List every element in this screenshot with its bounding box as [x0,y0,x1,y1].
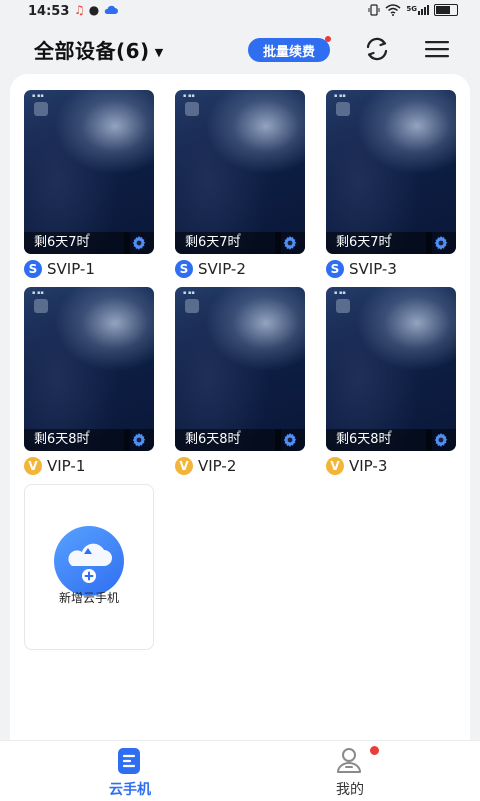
mini-app-icon [185,299,199,313]
page-title: 全部设备(6) [34,39,150,63]
device-name: SVIP-2 [198,260,246,278]
batch-renew-button[interactable]: 批量续费 [248,36,331,62]
5g-signal-icon: 5G [406,5,429,15]
mini-app-icon [34,299,48,313]
device-screen-thumbnail[interactable]: ▪ ▪▪ 剩6天8时 [24,287,154,451]
device-screen-thumbnail[interactable]: ▪ ▪▪ 剩6天7时 [326,90,456,254]
device-screen-thumbnail[interactable]: ▪ ▪▪ 剩6天8时 [326,287,456,451]
batch-renew-label: 批量续费 [262,44,315,60]
device-settings-button[interactable] [275,232,305,254]
cloud-icon [104,5,119,14]
user-icon [337,748,361,773]
mini-app-icon [34,102,48,116]
device-label: V VIP-3 [326,457,387,475]
cloud-phone-icon [118,748,140,774]
menu-icon[interactable] [424,38,450,60]
device-screen-thumbnail[interactable]: ▪ ▪▪ 剩6天7时 [24,90,154,254]
mini-status-bar: ▪ ▪▪ [183,290,195,296]
time-remaining: 剩6天7时 [175,232,281,254]
device-card[interactable]: ▪ ▪▪ 剩6天7时 S SVIP-3 [326,90,456,280]
gear-icon [132,433,146,447]
device-name: VIP-2 [198,457,237,475]
mini-app-icon [185,102,199,116]
gear-icon [434,236,448,250]
device-settings-button[interactable] [426,232,456,254]
time-remaining: 剩6天8时 [24,429,130,451]
status-time: 14:53 [28,4,70,19]
status-bar: 14:53 ♫ ● 5G [0,0,480,26]
device-screen-thumbnail[interactable]: ▪ ▪▪ 剩6天7时 [175,90,305,254]
caret-down-icon: ▼ [154,46,164,59]
svip-badge-icon: S [24,260,42,278]
device-settings-button[interactable] [124,232,154,254]
device-card[interactable]: ▪ ▪▪ 剩6天8时 V VIP-2 [175,287,305,477]
device-name: VIP-1 [47,457,86,475]
gear-icon [283,236,297,250]
device-settings-button[interactable] [275,429,305,451]
mini-status-bar: ▪ ▪▪ [334,93,346,99]
vip-badge-icon: V [175,457,193,475]
notification-dot [370,746,379,755]
tab-mine[interactable]: 我的 [290,741,410,801]
device-settings-button[interactable] [124,429,154,451]
device-filter-dropdown[interactable]: 全部设备(6) ▼ [34,35,164,64]
tab-mine-label: 我的 [336,782,364,798]
tab-bar: 云手机 我的 [0,740,480,801]
device-card[interactable]: ▪ ▪▪ 剩6天8时 V VIP-1 [24,287,154,477]
time-remaining: 剩6天8时 [175,429,281,451]
mini-app-icon [336,299,350,313]
mini-status-bar: ▪ ▪▪ [334,290,346,296]
device-label: S SVIP-2 [175,260,246,278]
mini-status-bar: ▪ ▪▪ [32,93,44,99]
device-name: VIP-3 [349,457,388,475]
device-name: SVIP-1 [47,260,95,278]
device-label: S SVIP-1 [24,260,95,278]
time-remaining: 剩6天7时 [326,232,432,254]
notification-dot [325,36,331,42]
header: 全部设备(6) ▼ 批量续费 [0,26,480,72]
device-name: SVIP-3 [349,260,397,278]
tab-cloud-phone-label: 云手机 [109,782,151,798]
time-remaining: 剩6天8时 [326,429,432,451]
add-cloud-phone-icon [54,526,124,596]
device-label: V VIP-2 [175,457,236,475]
mini-status-bar: ▪ ▪▪ [32,290,44,296]
vibrate-icon [368,4,380,16]
device-card[interactable]: ▪ ▪▪ 剩6天8时 V VIP-3 [326,287,456,477]
tab-cloud-phone[interactable]: 云手机 [70,741,190,801]
device-label: S SVIP-3 [326,260,397,278]
mini-app-icon [336,102,350,116]
add-cloud-phone-card[interactable]: 新增云手机 [24,484,154,650]
device-card[interactable]: ▪ ▪▪ 剩6天7时 S SVIP-1 [24,90,154,280]
gear-icon [283,433,297,447]
refresh-icon[interactable] [362,34,392,64]
svip-badge-icon: S [175,260,193,278]
music-icon: ♫ [74,3,85,17]
device-card[interactable]: ▪ ▪▪ 剩6天7时 S SVIP-2 [175,90,305,280]
vip-badge-icon: V [24,457,42,475]
add-cloud-phone-label: 新增云手机 [58,591,119,605]
device-label: V VIP-1 [24,457,85,475]
svip-badge-icon: S [326,260,344,278]
chat-icon: ● [88,3,100,17]
time-remaining: 剩6天7时 [24,232,130,254]
gear-icon [434,433,448,447]
wifi-icon [385,4,401,16]
mini-status-bar: ▪ ▪▪ [183,93,195,99]
device-screen-thumbnail[interactable]: ▪ ▪▪ 剩6天8时 [175,287,305,451]
gear-icon [132,236,146,250]
battery-icon [434,4,458,16]
device-settings-button[interactable] [426,429,456,451]
vip-badge-icon: V [326,457,344,475]
device-grid: ▪ ▪▪ 剩6天7时 S SVIP-1 ▪ ▪▪ 剩6天7时 S SVIP-2 … [10,74,470,740]
